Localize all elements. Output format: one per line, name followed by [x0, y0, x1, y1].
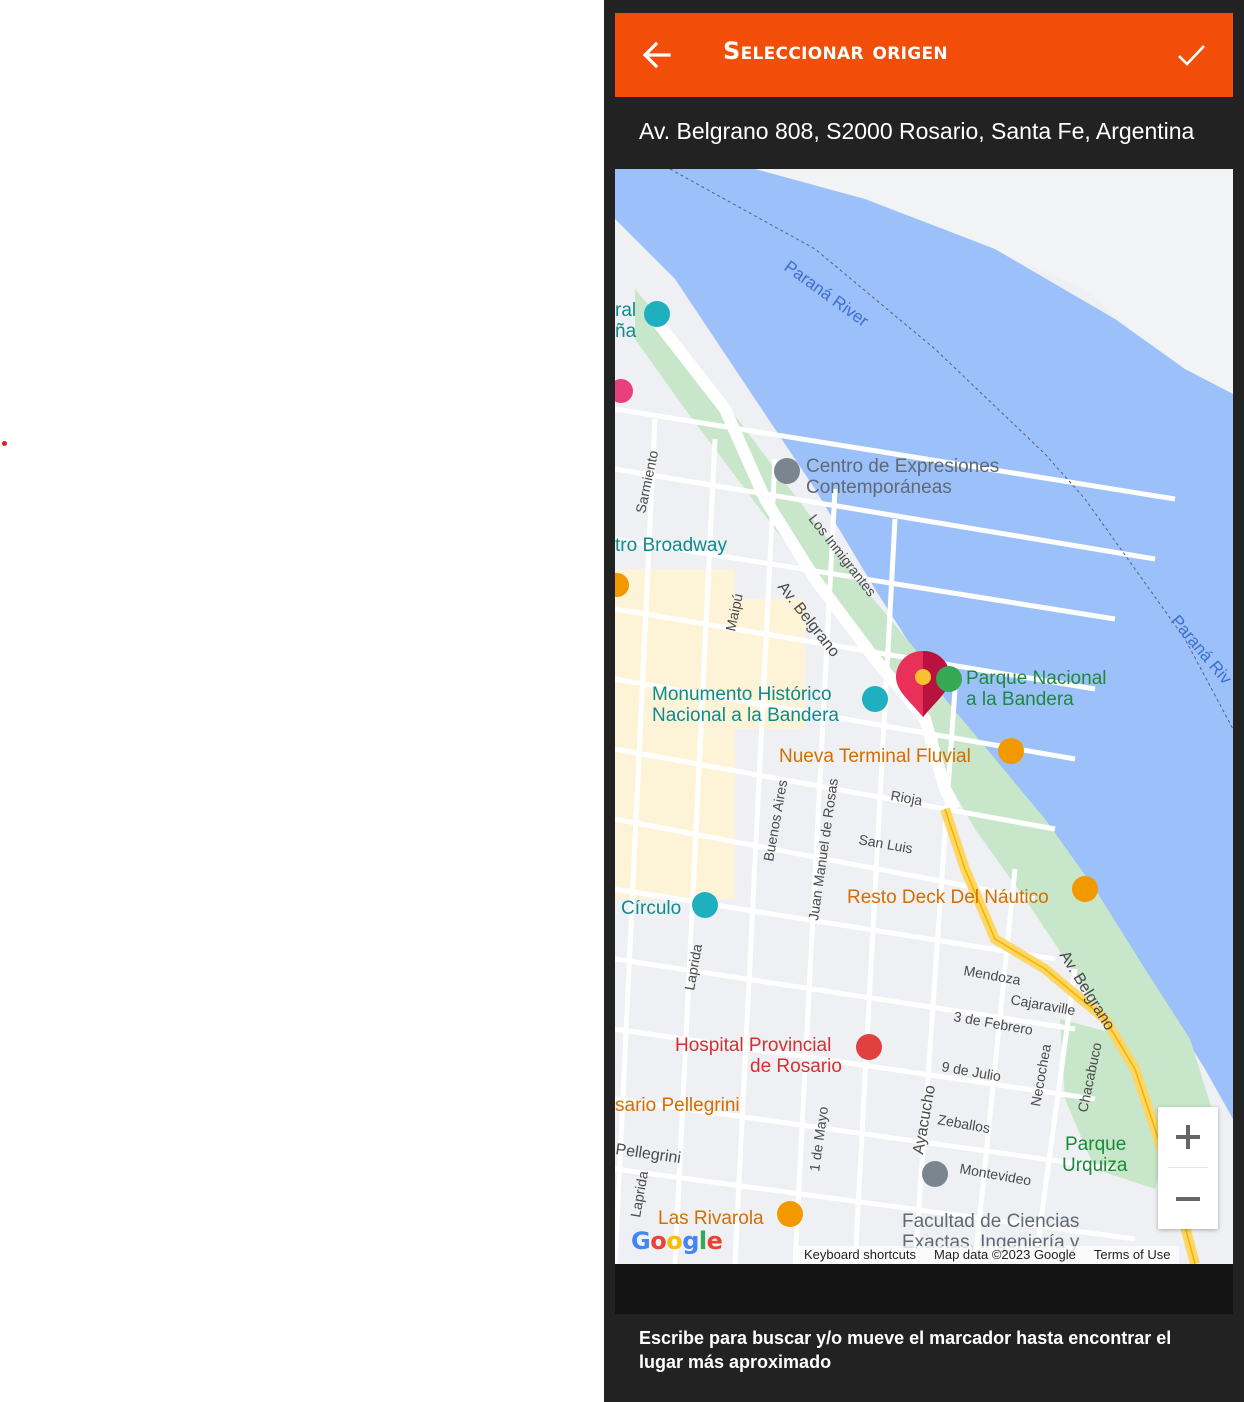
- stray-dot: [2, 441, 7, 446]
- label-centro1: Centro de Expresiones: [806, 456, 999, 477]
- terms-link[interactable]: Terms of Use: [1084, 1246, 1180, 1264]
- label-parque-bandera2: a la Bandera: [966, 689, 1074, 710]
- label-broadway: tro Broadway: [615, 535, 727, 556]
- label-parque-urquiza1: Parque: [1065, 1134, 1126, 1155]
- zoom-control: [1158, 1107, 1218, 1229]
- zoom-in-button[interactable]: [1158, 1107, 1218, 1167]
- label-facultad1: Facultad de Ciencias: [902, 1211, 1079, 1232]
- address-field[interactable]: Av. Belgrano 808, S2000 Rosario, Santa F…: [639, 118, 1229, 145]
- label-monumento2: Nacional a la Bandera: [652, 705, 839, 726]
- google-logo: Google: [631, 1227, 723, 1255]
- label-parque-urquiza2: Urquiza: [1062, 1155, 1128, 1176]
- minus-icon: [1176, 1197, 1200, 1201]
- label-parque-bandera1: Parque Nacional: [966, 668, 1106, 689]
- label-resto: Resto Deck Del Náutico: [847, 887, 1049, 908]
- label-hospital2: de Rosario: [750, 1056, 842, 1077]
- plus-icon: [1176, 1125, 1200, 1149]
- back-button[interactable]: [637, 35, 677, 75]
- map-bottom-strip: [615, 1264, 1233, 1314]
- label-pellegrini-place: sario Pellegrini: [615, 1095, 740, 1116]
- label-rivarola: Las Rivarola: [658, 1208, 764, 1229]
- label-partial1: ral: [615, 300, 636, 321]
- arrow-left-icon: [642, 41, 671, 69]
- origin-picker-panel: Seleccionar origen Av. Belgrano 808, S20…: [604, 0, 1244, 1402]
- hint-text: Escribe para buscar y/o mueve el marcado…: [639, 1328, 1172, 1372]
- label-partial2: ña: [615, 321, 637, 342]
- zoom-out-button[interactable]: [1158, 1169, 1218, 1229]
- label-hospital1: Hospital Provincial: [675, 1035, 831, 1056]
- map-canvas[interactable]: Paraná River Paraná Riv ral ña Centro de…: [615, 169, 1233, 1264]
- app-bar: Seleccionar origen: [615, 13, 1233, 97]
- map-attribution: Keyboard shortcuts Map data ©2023 Google…: [795, 1246, 1180, 1264]
- confirm-button[interactable]: [1171, 35, 1211, 75]
- checkmark-icon: [1178, 45, 1205, 66]
- map-data-text: Map data ©2023 Google: [925, 1246, 1085, 1264]
- label-centro2: Contemporáneas: [806, 477, 952, 498]
- label-circulo: Círculo: [621, 898, 681, 919]
- zoom-divider: [1168, 1167, 1208, 1168]
- label-terminal: Nueva Terminal Fluvial: [779, 746, 971, 767]
- map-view[interactable]: Paraná River Paraná Riv ral ña Centro de…: [615, 169, 1233, 1264]
- page-title: Seleccionar origen: [723, 37, 948, 65]
- keyboard-shortcuts-link[interactable]: Keyboard shortcuts: [795, 1246, 926, 1264]
- label-monumento1: Monumento Histórico: [652, 684, 832, 705]
